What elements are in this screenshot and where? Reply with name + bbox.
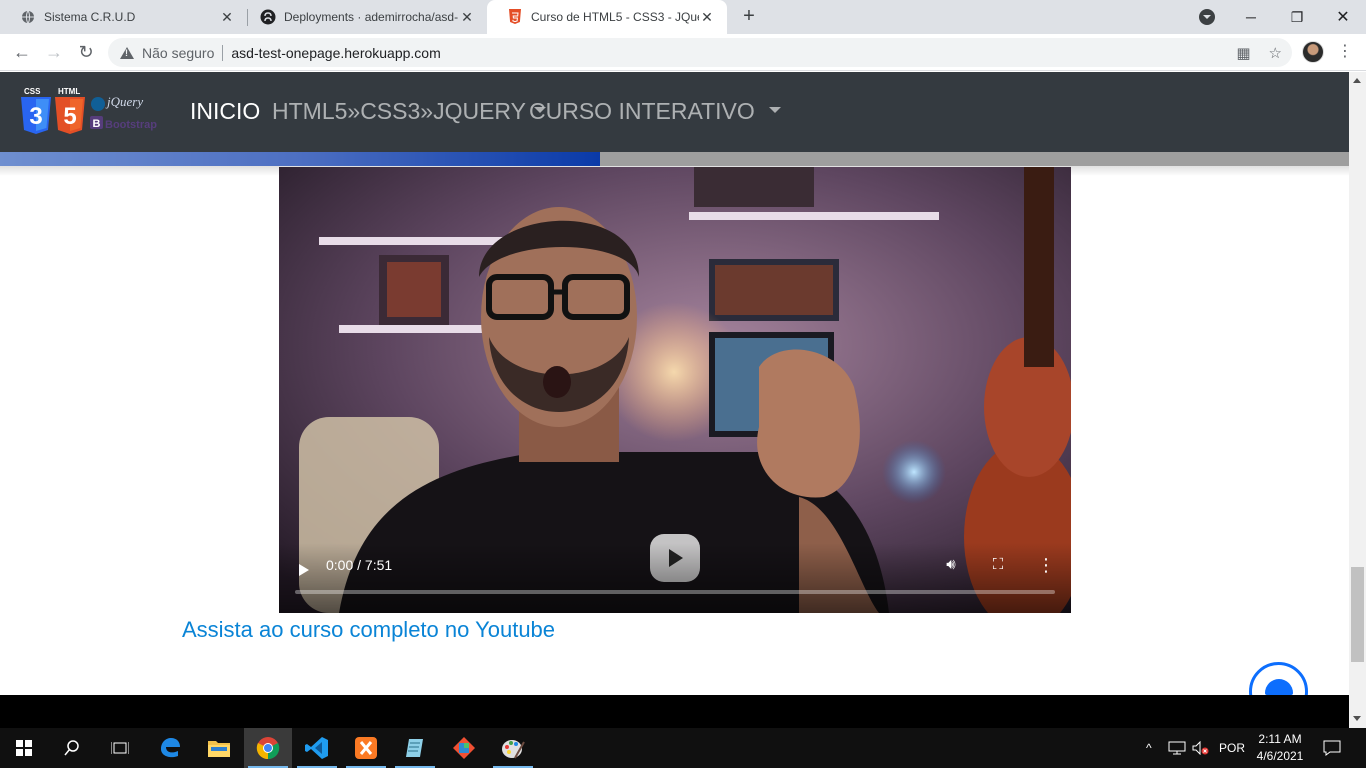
tab-search-icon[interactable] (1199, 9, 1215, 25)
html5-icon (507, 9, 523, 25)
search-icon[interactable] (48, 728, 96, 768)
tab-curso-html5[interactable]: Curso de HTML5 - CSS3 - JQuery ✕ (487, 0, 727, 34)
tab-strip: Sistema C.R.U.D ✕ Deployments · ademirro… (0, 0, 1366, 34)
github-icon (260, 9, 276, 25)
paint-icon[interactable] (489, 728, 537, 768)
tab-title: Deployments · ademirrocha/asd- (284, 10, 459, 24)
restore-button[interactable]: ❐ (1274, 0, 1320, 34)
tab-deployments[interactable]: Deployments · ademirrocha/asd- ✕ (240, 0, 487, 34)
scroll-progress-bar (0, 152, 1349, 166)
chrome-icon[interactable] (244, 728, 292, 768)
input-language[interactable]: POR (1219, 728, 1245, 768)
scroll-down-arrow-icon[interactable] (1353, 716, 1361, 721)
nav-html-label: HTML5»CSS3»JQUERY (272, 98, 526, 124)
bookmark-star-icon[interactable]: ☆ (1269, 44, 1282, 62)
close-tab-icon[interactable]: ✕ (459, 9, 475, 26)
video-time: 0:00 / 7:51 (326, 557, 393, 573)
close-tab-icon[interactable]: ✕ (699, 9, 715, 26)
scroll-up-arrow-icon[interactable] (1353, 78, 1361, 83)
browser-menu-icon[interactable]: ⋮ (1337, 41, 1353, 63)
nav-inicio[interactable]: INICIO (190, 98, 260, 125)
security-label[interactable]: Não seguro (142, 45, 214, 61)
page-scrollbar[interactable] (1349, 72, 1366, 728)
reload-icon[interactable]: ↻ (74, 40, 98, 64)
page-viewport: CSS HTML 3 5 jQuery B Bootstrap INICIO H… (0, 72, 1349, 695)
notepad-icon[interactable] (391, 728, 439, 768)
volume-muted-icon[interactable] (1192, 728, 1210, 768)
url-text[interactable]: asd-test-onepage.herokuapp.com (231, 45, 440, 61)
address-bar[interactable]: Não seguro asd-test-onepage.herokuapp.co… (108, 38, 1292, 67)
file-explorer-icon[interactable] (195, 728, 243, 768)
close-window-button[interactable]: ✕ (1320, 0, 1366, 34)
warning-icon[interactable] (120, 46, 134, 59)
back-arrow-icon[interactable]: ← (10, 40, 34, 64)
clock-time: 2:11 AM (1258, 732, 1302, 746)
caret-down-icon (768, 106, 781, 113)
forward-arrow-icon[interactable]: → (42, 40, 66, 64)
nav-curso-interativo-dropdown[interactable]: CURSO INTERATIVO (529, 98, 781, 125)
tab-sistema-crud[interactable]: Sistema C.R.U.D ✕ (0, 0, 247, 34)
system-clock[interactable]: 2:11 AM 4/6/2021 (1252, 731, 1308, 765)
edge-icon[interactable] (146, 728, 194, 768)
nav-curso-label: CURSO INTERATIVO (529, 98, 755, 124)
windows-taskbar: ^ POR 2:11 AM 4/6/2021 (0, 728, 1366, 768)
clock-date: 4/6/2021 (1256, 749, 1304, 763)
tab-title: Sistema C.R.U.D (44, 10, 136, 24)
globe-icon (20, 9, 36, 25)
more-options-icon[interactable]: ⋮ (1036, 555, 1056, 575)
xampp-icon[interactable] (342, 728, 390, 768)
scrollbar-thumb[interactable] (1351, 567, 1364, 662)
show-hidden-icons-icon[interactable]: ^ (1146, 728, 1152, 768)
play-icon[interactable] (299, 564, 309, 576)
profile-avatar[interactable] (1302, 41, 1324, 63)
logo-bootstrap-letter: B (93, 118, 101, 130)
video-seek-bar[interactable] (295, 590, 1055, 594)
video-controls-bar (279, 543, 1071, 613)
divider (222, 44, 224, 61)
minimize-button[interactable]: ─ (1228, 0, 1274, 34)
logo-html-label: HTML (58, 87, 80, 96)
youtube-course-link[interactable]: Assista ao curso completo no Youtube (182, 617, 555, 643)
start-icon[interactable] (0, 728, 48, 768)
logo-css-label: CSS (24, 87, 41, 96)
close-tab-icon[interactable]: ✕ (219, 9, 235, 26)
scroll-to-top-button[interactable] (1249, 662, 1308, 695)
omnibox-actions: ▦ ☆ (1236, 44, 1282, 62)
qr-code-icon[interactable]: ▦ (1236, 44, 1250, 62)
fullscreen-icon[interactable]: ⛶ (988, 555, 1008, 575)
scroll-progress-fill (0, 152, 601, 166)
network-icon[interactable] (1168, 728, 1186, 768)
browser-toolbar: ← → ↻ Não seguro asd-test-onepage.heroku… (0, 34, 1366, 71)
new-tab-button[interactable]: + (738, 5, 760, 27)
task-view-icon[interactable] (96, 728, 144, 768)
volume-icon[interactable]: 🔊︎ (941, 555, 961, 575)
page-footer-band (0, 695, 1349, 728)
notifications-icon[interactable] (1323, 728, 1341, 768)
logo-html5-number: 5 (63, 103, 76, 130)
git-icon[interactable] (440, 728, 488, 768)
logo-bootstrap-text: Bootstrap (105, 119, 157, 131)
site-logo[interactable]: CSS HTML 3 5 jQuery B Bootstrap (20, 86, 165, 138)
site-navbar: CSS HTML 3 5 jQuery B Bootstrap INICIO H… (0, 72, 1349, 152)
logo-jquery-text: jQuery (105, 94, 143, 109)
nav-html-css-jquery-dropdown[interactable]: HTML5»CSS3»JQUERY (272, 98, 546, 125)
vscode-icon[interactable] (293, 728, 341, 768)
course-video-player[interactable]: 0:00 / 7:51 🔊︎ ⛶ ⋮ (279, 167, 1071, 613)
logo-css3-number: 3 (29, 103, 42, 130)
tab-title: Curso de HTML5 - CSS3 - JQuery (531, 10, 699, 24)
